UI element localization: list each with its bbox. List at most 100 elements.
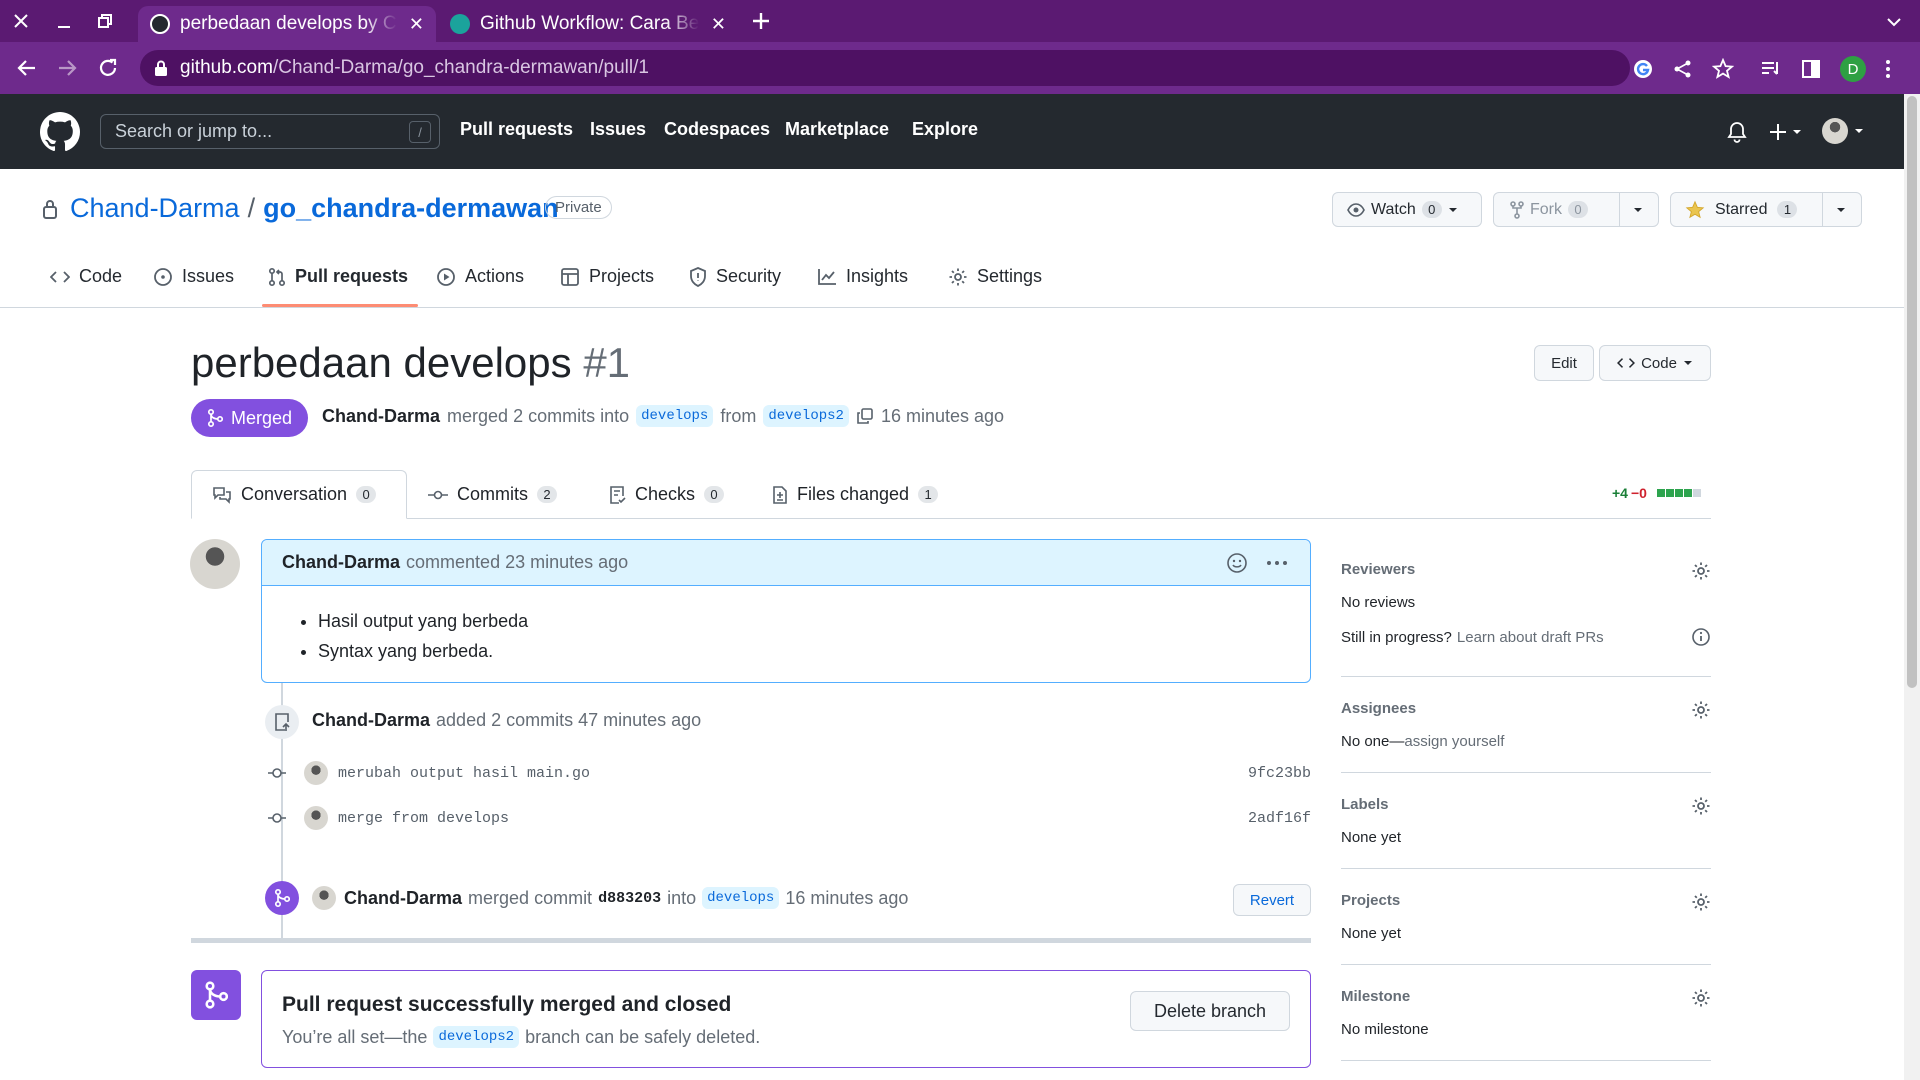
edit-button[interactable]: Edit	[1534, 345, 1594, 381]
nav-issues[interactable]: Issues	[590, 119, 646, 140]
sidebar-divider	[1341, 1060, 1711, 1061]
nav-marketplace[interactable]: Marketplace	[785, 119, 889, 140]
code-dropdown-button[interactable]: Code	[1599, 345, 1711, 381]
github-logo-icon[interactable]	[40, 112, 80, 152]
target-branch-label[interactable]: develops	[702, 887, 780, 909]
add-reaction-smiley-icon[interactable]	[1226, 552, 1248, 574]
back-icon[interactable]	[16, 57, 38, 79]
user-avatar-menu[interactable]	[1822, 118, 1868, 146]
tab-files-changed[interactable]: Files changed 1	[772, 484, 939, 505]
page-scrollbar-thumb[interactable]	[1907, 96, 1917, 688]
merge-commit-sha-link[interactable]: d883203	[598, 890, 661, 907]
tab-checks[interactable]: Checks 0	[608, 484, 725, 505]
nav-explore[interactable]: Explore	[912, 119, 978, 140]
watch-button[interactable]: Watch 0	[1333, 193, 1468, 226]
table-icon	[560, 267, 580, 287]
revert-button[interactable]: Revert	[1233, 884, 1311, 916]
tab-close-icon[interactable]: ✕	[409, 14, 424, 35]
assign-yourself-link[interactable]: assign yourself	[1404, 733, 1504, 750]
side-panel-icon[interactable]	[1800, 58, 1822, 80]
commit-sha-link[interactable]: 9fc23bb	[1248, 765, 1311, 782]
commit-author-avatar[interactable]	[304, 761, 328, 785]
gear-icon[interactable]	[1691, 892, 1711, 912]
comment-author-link[interactable]: Chand-Darma	[282, 552, 400, 573]
close-window-icon[interactable]	[11, 11, 31, 31]
gear-icon[interactable]	[1691, 796, 1711, 816]
tab-pull-requests[interactable]: Pull requests	[268, 266, 408, 287]
tab-security[interactable]: Security	[689, 266, 781, 287]
bookmark-star-icon[interactable]	[1712, 58, 1734, 80]
gear-icon[interactable]	[1691, 700, 1711, 720]
repo-name-link[interactable]: go_chandra-dermawan	[263, 193, 559, 224]
tab-github-workflow[interactable]: Github Workflow: Cara Bekerja ✕	[438, 6, 738, 42]
share-icon[interactable]	[1672, 58, 1694, 80]
tab-code[interactable]: Code	[50, 266, 122, 287]
new-tab-icon[interactable]	[750, 10, 772, 32]
sidebar-value: No milestone	[1341, 1021, 1429, 1038]
gear-icon[interactable]	[1691, 561, 1711, 581]
tab-insights[interactable]: Insights	[817, 266, 908, 287]
create-new-plus-icon[interactable]	[1769, 121, 1803, 143]
merger-avatar[interactable]	[312, 886, 336, 910]
repo-owner-link[interactable]: Chand-Darma	[70, 193, 240, 224]
edit-label: Edit	[1551, 354, 1577, 372]
copy-icon[interactable]	[856, 407, 874, 425]
diffstat-block	[1692, 489, 1701, 497]
list-item: Hasil output yang berbeda	[318, 606, 1310, 636]
info-icon[interactable]	[1691, 627, 1711, 647]
head-branch-label[interactable]: develops2	[433, 1026, 520, 1048]
comment-discussion-icon	[212, 486, 232, 504]
repo-push-icon	[273, 712, 291, 732]
commit-message-link[interactable]: merubah output hasil main.go	[338, 765, 590, 782]
checklist-icon	[608, 485, 626, 505]
event-author-link[interactable]: Chand-Darma	[344, 888, 462, 909]
restore-window-icon[interactable]	[95, 11, 115, 31]
pr-meta-from: from	[720, 405, 757, 426]
commit-author-avatar[interactable]	[304, 806, 328, 830]
sidebar-divider	[1341, 964, 1711, 965]
code-label: Code	[1641, 354, 1677, 372]
browser-menu-icon[interactable]	[1884, 58, 1892, 80]
nav-codespaces[interactable]: Codespaces	[664, 119, 770, 140]
tab-title: perbedaan develops by Chand-Darma	[180, 13, 397, 34]
tab-commits[interactable]: Commits 2	[428, 484, 557, 505]
address-bar[interactable]: github.com/Chand-Darma/go_chandra-dermaw…	[140, 50, 1630, 86]
reload-icon[interactable]	[97, 57, 119, 79]
comment-author-avatar[interactable]	[190, 539, 240, 589]
tab-close-icon[interactable]: ✕	[711, 14, 726, 35]
tab-pull-request[interactable]: perbedaan develops by Chand-Darma ✕	[138, 6, 436, 42]
tab-actions[interactable]: Actions	[436, 266, 524, 287]
github-favicon-icon	[150, 14, 170, 34]
tab-settings[interactable]: Settings	[948, 266, 1042, 287]
fork-button[interactable]: Fork 0	[1494, 193, 1619, 226]
star-list-dropdown[interactable]	[1822, 193, 1859, 226]
tab-conversation[interactable]: Conversation 0	[212, 484, 377, 505]
head-branch-label[interactable]: develops2	[763, 405, 849, 427]
gear-icon[interactable]	[1691, 988, 1711, 1008]
search-input[interactable]: Search or jump to... /	[100, 114, 440, 149]
sidebar-value: No reviews	[1341, 594, 1416, 611]
pr-author-link[interactable]: Chand-Darma	[322, 406, 440, 427]
event-author-link[interactable]: Chand-Darma	[312, 710, 430, 731]
tab-projects[interactable]: Projects	[560, 266, 654, 287]
profile-avatar[interactable]: D	[1840, 56, 1866, 82]
tab-search-chevron-icon[interactable]	[1884, 12, 1904, 32]
delete-branch-button[interactable]: Delete branch	[1130, 991, 1290, 1031]
commits-added-event: Chand-Darma added 2 commits 47 minutes a…	[312, 710, 701, 731]
tab-label: Issues	[182, 266, 235, 286]
starred-button[interactable]: Starred 1	[1671, 193, 1822, 226]
tab-issues[interactable]: Issues	[153, 266, 234, 287]
tab-label: Commits	[457, 484, 528, 504]
draft-pr-link[interactable]: Learn about draft PRs	[1457, 629, 1604, 646]
nav-pull-requests[interactable]: Pull requests	[460, 119, 573, 140]
fork-dropdown[interactable]	[1619, 193, 1656, 226]
commit-message-link[interactable]: merge from develops	[338, 810, 509, 827]
google-lens-icon[interactable]	[1632, 58, 1654, 80]
base-branch-label[interactable]: develops	[636, 405, 714, 427]
kebab-menu-icon[interactable]	[1266, 560, 1288, 566]
forward-icon[interactable]	[56, 57, 78, 79]
reading-list-icon[interactable]	[1760, 58, 1782, 80]
commit-sha-link[interactable]: 2adf16f	[1248, 810, 1311, 827]
notifications-bell-icon[interactable]	[1727, 121, 1747, 143]
minimize-window-icon[interactable]	[54, 11, 74, 31]
